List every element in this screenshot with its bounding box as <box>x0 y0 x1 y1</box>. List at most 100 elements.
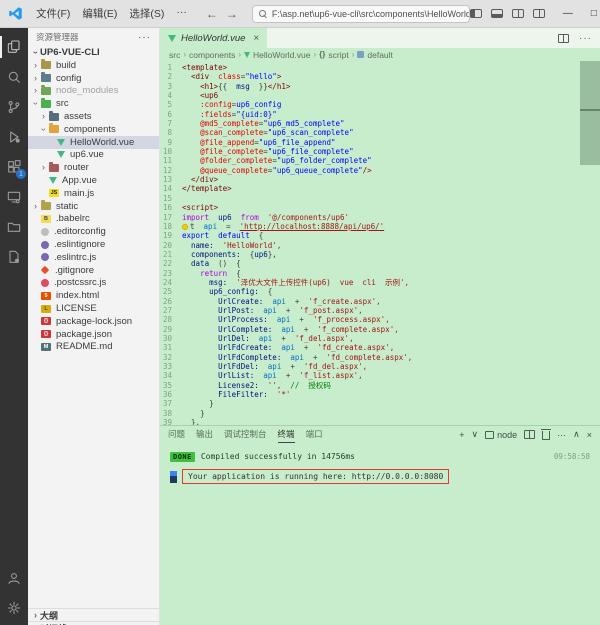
tab-helloworld-vue[interactable]: HelloWorld.vue × <box>160 28 267 48</box>
code-line[interactable]: 6 :fields="{uid:0}" <box>160 110 600 119</box>
panel-tab-调试控制台[interactable]: 调试控制台 <box>224 426 267 443</box>
nav-forward-icon[interactable]: → <box>226 7 238 21</box>
tree-item-package-json[interactable]: package.json <box>28 328 159 341</box>
code-line[interactable]: 9 @file_append="up6_file_append" <box>160 138 600 147</box>
tree-item-components[interactable]: ›components <box>28 123 159 136</box>
code-line[interactable]: 29 UrlComplete: api + 'f_complete.aspx', <box>160 325 600 334</box>
code-editor[interactable]: 1<template>2 <div class="hello">3 <h1>{{… <box>160 61 600 425</box>
code-line[interactable]: 35 License2: '', // 授权码 <box>160 381 600 390</box>
command-center-search[interactable]: F:\asp.net\up6-vue-cli\src\components\He… <box>252 5 470 23</box>
source-control-icon[interactable] <box>0 92 28 122</box>
breadcrumb-item[interactable]: src <box>169 50 180 60</box>
tree-item--editorconfig[interactable]: .editorconfig <box>28 225 159 238</box>
toggle-panel-icon[interactable] <box>491 9 503 18</box>
panel-tab-问题[interactable]: 问题 <box>168 426 185 443</box>
maximize-button[interactable]: □ <box>581 0 600 27</box>
terminal-output[interactable]: DONE Compiled successfully in 14756ms 09… <box>160 443 600 625</box>
extensions-icon[interactable]: 1 <box>0 152 28 182</box>
sidebar-section-大纲[interactable]: ›大纲 <box>28 608 159 621</box>
code-line[interactable]: 7 @md5_complete="up6_md5_complete" <box>160 119 600 128</box>
tree-item-helloworld-vue[interactable]: HelloWorld.vue <box>28 136 159 149</box>
panel-tab-端口[interactable]: 端口 <box>306 426 323 443</box>
account-icon[interactable] <box>0 563 28 593</box>
code-line[interactable]: 5 :config=up6_config <box>160 100 600 109</box>
code-line[interactable]: 19export default { <box>160 231 600 240</box>
project-root-folder[interactable]: › UP6-VUE-CLI <box>28 46 159 59</box>
settings-gear-icon[interactable] <box>0 593 28 623</box>
menu-item[interactable]: ··· <box>171 4 192 23</box>
tree-item-index-html[interactable]: index.html <box>28 289 159 302</box>
tree-item--eslintignore[interactable]: .eslintignore <box>28 238 159 251</box>
split-terminal-icon[interactable] <box>524 430 535 439</box>
code-line[interactable]: 31 UrlFdCreate: api + 'fd_create.aspx', <box>160 343 600 352</box>
tree-item-license[interactable]: LICENSE <box>28 302 159 315</box>
editor-scrollbar[interactable] <box>580 61 600 165</box>
panel-more-actions-icon[interactable]: ··· <box>557 430 566 440</box>
code-line[interactable]: 38 } <box>160 409 600 418</box>
tree-item-package-lock-json[interactable]: package-lock.json <box>28 315 159 328</box>
code-line[interactable]: 14</template> <box>160 184 600 193</box>
tree-item-config[interactable]: ›config <box>28 72 159 85</box>
code-line[interactable]: 2 <div class="hello"> <box>160 72 600 81</box>
code-line[interactable]: 17import up6 from '@/components/up6' <box>160 213 600 222</box>
explorer-icon[interactable] <box>0 32 28 62</box>
customize-layout-icon[interactable] <box>533 9 545 18</box>
tree-item-readme-md[interactable]: README.md <box>28 341 159 354</box>
run-debug-icon[interactable] <box>0 122 28 152</box>
menu-item[interactable]: 选择(S) <box>124 4 169 23</box>
new-terminal-icon[interactable]: + <box>459 430 464 440</box>
breadcrumb-item[interactable]: default <box>367 50 393 60</box>
code-line[interactable]: 8 @scan_complete="up6_scan_complete" <box>160 128 600 137</box>
nav-back-icon[interactable]: ← <box>206 7 218 21</box>
code-line[interactable]: 3 <h1>{{ msg }}</h1> <box>160 82 600 91</box>
code-line[interactable]: 20 name: 'HelloWorld', <box>160 241 600 250</box>
panel-tab-输出[interactable]: 输出 <box>196 426 213 443</box>
tree-item--gitignore[interactable]: .gitignore <box>28 264 159 277</box>
sidebar-section-时间线[interactable]: ›时间线 <box>28 621 159 625</box>
tree-item--babelrc[interactable]: .babelrc <box>28 213 159 226</box>
code-line[interactable]: 21 components: {up6}, <box>160 250 600 259</box>
terminal-dropdown-icon[interactable]: ∨ <box>472 429 479 440</box>
toggle-secondary-sidebar-icon[interactable] <box>512 9 524 18</box>
code-line[interactable]: 12 @queue_complete="up6_queue_complete"/… <box>160 166 600 175</box>
resource-file-icon[interactable] <box>0 242 28 272</box>
menu-item[interactable]: 文件(F) <box>31 4 75 23</box>
code-line[interactable]: 22 data () { <box>160 259 600 268</box>
maximize-panel-icon[interactable]: ∧ <box>573 429 580 440</box>
code-line[interactable]: 15 <box>160 194 600 203</box>
breadcrumb-item[interactable]: HelloWorld.vue <box>253 50 310 60</box>
code-line[interactable]: 13 </div> <box>160 175 600 184</box>
kill-terminal-icon[interactable] <box>542 431 550 440</box>
tree-item-node-modules[interactable]: ›node_modules <box>28 85 159 98</box>
close-panel-icon[interactable]: × <box>587 430 592 440</box>
code-line[interactable]: 4 <up6 <box>160 91 600 100</box>
tree-item-static[interactable]: ›static <box>28 200 159 213</box>
code-line[interactable]: 32 UrlFdComplete: api + 'fd_complete.asp… <box>160 353 600 362</box>
panel-tab-终端[interactable]: 终端 <box>278 426 295 443</box>
minimize-button[interactable]: — <box>555 0 581 27</box>
tree-item-up6-vue[interactable]: up6.vue <box>28 149 159 162</box>
code-line[interactable]: 25 up6_config: { <box>160 287 600 296</box>
tree-item-app-vue[interactable]: App.vue <box>28 174 159 187</box>
split-editor-icon[interactable] <box>558 34 569 43</box>
code-line[interactable]: 28 UrlProcess: api + 'f_process.aspx', <box>160 315 600 324</box>
breadcrumb-item[interactable]: script <box>328 50 348 60</box>
tab-close-icon[interactable]: × <box>253 33 259 44</box>
search-icon[interactable] <box>0 62 28 92</box>
project-folder-icon[interactable] <box>0 212 28 242</box>
code-line[interactable]: 10 @file_complete="up6_file_complete" <box>160 147 600 156</box>
code-line[interactable]: 33 UrlFdDel: api + 'fd_del.aspx', <box>160 362 600 371</box>
tree-item-router[interactable]: ›router <box>28 161 159 174</box>
explorer-more-actions-icon[interactable]: ··· <box>138 32 151 43</box>
editor-more-actions-icon[interactable]: ··· <box>579 33 592 44</box>
code-line[interactable]: 11 @folder_complete="up6_folder_complete… <box>160 156 600 165</box>
code-line[interactable]: 18t api = 'http://localhost:8888/api/up6… <box>160 222 600 231</box>
terminal-profile[interactable]: node <box>485 430 517 440</box>
code-line[interactable]: 27 UrlPost: api + 'f_post.aspx', <box>160 306 600 315</box>
code-line[interactable]: 26 UrlCreate: api + 'f_create.aspx', <box>160 297 600 306</box>
code-line[interactable]: 34 UrlList: api + 'f_list.aspx', <box>160 371 600 380</box>
remote-explorer-icon[interactable] <box>0 182 28 212</box>
tree-item--eslintrc-js[interactable]: .eslintrc.js <box>28 251 159 264</box>
menu-item[interactable]: 编辑(E) <box>77 4 122 23</box>
tree-item-assets[interactable]: ›assets <box>28 110 159 123</box>
